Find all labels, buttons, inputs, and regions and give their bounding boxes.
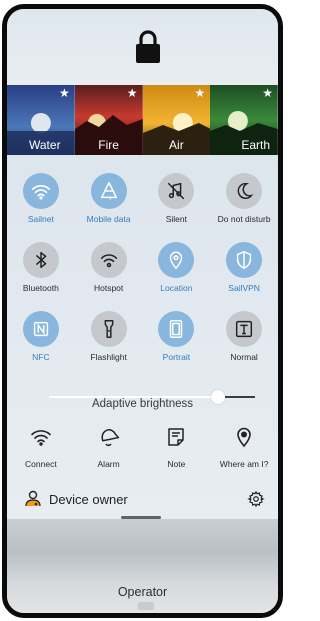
ambience-strip: ★ Water ★ Fire ★ Air ★ Earth xyxy=(7,85,278,155)
ambience-earth[interactable]: ★ Earth xyxy=(210,85,278,155)
flashlight-icon xyxy=(90,311,127,347)
nfc-icon xyxy=(22,311,59,347)
pull-handle[interactable] xyxy=(121,516,161,519)
wifi-outline-icon xyxy=(31,430,51,446)
shortcut-where-am-i[interactable]: Where am I? xyxy=(210,425,278,477)
hotspot-icon xyxy=(90,242,127,278)
brightness-label: Adaptive brightness xyxy=(91,398,193,410)
toggle-label: Normal xyxy=(230,352,258,362)
toggle-label: SailVPN xyxy=(228,283,260,293)
ambience-label: Water xyxy=(29,138,61,152)
shortcut-row: Connect Alarm Note Where am I? xyxy=(7,425,278,477)
location-pin-icon xyxy=(237,427,251,448)
toggle-label: Do not disturb xyxy=(217,214,271,224)
shortcut-note[interactable]: Note xyxy=(143,425,211,477)
lock-icon[interactable] xyxy=(132,29,164,65)
toggle-mobile-data[interactable]: Mobile data xyxy=(75,173,143,242)
phone-frame: ★ Water ★ Fire ★ Air ★ Earth Sailnet Mob… xyxy=(2,4,283,618)
portrait-icon xyxy=(158,311,195,347)
ambience-air[interactable]: ★ Air xyxy=(142,85,211,155)
bluetooth-icon xyxy=(22,242,59,278)
text-size-icon xyxy=(226,311,263,347)
toggle-silent[interactable]: Silent xyxy=(143,173,211,242)
toggle-text-size[interactable]: Normal xyxy=(210,311,278,380)
moon-icon xyxy=(226,173,263,209)
user-name: Device owner xyxy=(49,491,128,507)
shortcut-alarm[interactable]: Alarm xyxy=(75,425,143,477)
ambience-water[interactable]: ★ Water xyxy=(7,85,75,155)
home-indicator xyxy=(138,602,154,610)
toggle-bluetooth[interactable]: Bluetooth xyxy=(7,242,75,311)
toggle-location[interactable]: Location xyxy=(143,242,211,311)
ambience-label: Air xyxy=(169,138,184,152)
toggle-sailnet[interactable]: Sailnet xyxy=(7,173,75,242)
shortcut-connect[interactable]: Connect xyxy=(7,425,75,477)
wifi-icon xyxy=(22,173,59,209)
shortcut-label: Where am I? xyxy=(219,459,269,469)
toggle-sailvpn[interactable]: SailVPN xyxy=(210,242,278,311)
ambience-fire[interactable]: ★ Fire xyxy=(74,85,143,155)
ambience-label: Earth xyxy=(241,138,270,152)
star-icon: ★ xyxy=(262,86,273,100)
mobile-data-icon xyxy=(90,173,127,209)
toggle-flashlight[interactable]: Flashlight xyxy=(75,311,143,380)
toggle-grid: Sailnet Mobile data Silent Do not distur… xyxy=(7,173,278,380)
silent-icon xyxy=(158,173,195,209)
lock-area xyxy=(7,9,278,85)
toggle-hotspot[interactable]: Hotspot xyxy=(75,242,143,311)
alarm-bell-icon xyxy=(101,428,119,447)
toggle-do-not-disturb[interactable]: Do not disturb xyxy=(210,173,278,242)
note-icon xyxy=(168,428,185,446)
star-icon: ★ xyxy=(58,86,70,100)
toggle-portrait[interactable]: Portrait xyxy=(143,311,211,380)
location-icon xyxy=(158,242,195,278)
user-icon xyxy=(25,490,41,507)
toggle-nfc[interactable]: NFC xyxy=(7,311,75,380)
star-icon: ★ xyxy=(126,86,138,100)
operator-name: Operator xyxy=(117,585,168,599)
star-icon: ★ xyxy=(194,86,206,100)
shield-icon xyxy=(226,242,263,278)
device-owner[interactable]: Device owner xyxy=(23,488,128,510)
quick-settings-panel: Sailnet Mobile data Silent Do not distur… xyxy=(7,155,278,519)
gear-icon[interactable] xyxy=(247,490,265,508)
ambience-label: Fire xyxy=(98,138,119,152)
lock-screen-preview: Operator xyxy=(7,516,278,613)
